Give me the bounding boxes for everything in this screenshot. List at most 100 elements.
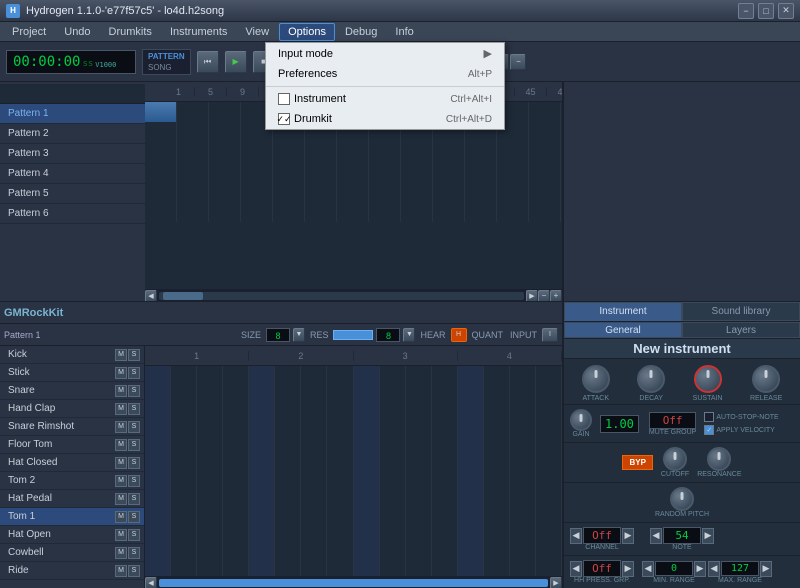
song-cell-5-1[interactable]: [145, 182, 177, 202]
beat-handclap-9[interactable]: [380, 420, 406, 438]
song-cell-4-12[interactable]: [497, 162, 529, 182]
beat-cowbell-10[interactable]: [406, 564, 432, 576]
beat-stick-15[interactable]: [536, 384, 562, 402]
song-cell-6-13[interactable]: [529, 202, 561, 222]
drum-instr-cowbell[interactable]: Cowbell MS: [0, 544, 144, 562]
song-cell-3-13[interactable]: [529, 142, 561, 162]
minimize-button[interactable]: −: [738, 3, 754, 19]
handclap-btn2[interactable]: S: [128, 403, 140, 415]
beat-floortom-15[interactable]: [536, 456, 562, 474]
beat-handclap-5[interactable]: [275, 420, 301, 438]
song-scroll-plus[interactable]: +: [550, 290, 562, 302]
beat-handclap-8[interactable]: [354, 420, 380, 438]
rp-sub-tab-general[interactable]: General: [564, 322, 682, 338]
song-cell-3-12[interactable]: [497, 142, 529, 162]
beat-stick-0[interactable]: [145, 384, 171, 402]
beat-tom2-2[interactable]: [197, 492, 223, 510]
beat-snare-13[interactable]: [484, 402, 510, 420]
song-cell-5-12[interactable]: [497, 182, 529, 202]
song-cell-4-9[interactable]: [401, 162, 433, 182]
pattern-row-1[interactable]: Pattern 1: [0, 104, 145, 124]
channel-inc[interactable]: ▶: [622, 528, 634, 544]
beat-hatopen-3[interactable]: [223, 546, 249, 564]
beat-kick-6[interactable]: [301, 366, 327, 384]
beat-tom2-5[interactable]: [275, 492, 301, 510]
beat-handclap-0[interactable]: [145, 420, 171, 438]
beat-hatpedal-15[interactable]: [536, 510, 562, 528]
song-cell-3-2[interactable]: [177, 142, 209, 162]
hatclosed-btn1[interactable]: M: [115, 457, 127, 469]
beat-handclap-12[interactable]: [458, 420, 484, 438]
beat-hatopen-15[interactable]: [536, 546, 562, 564]
beat-hatopen-11[interactable]: [432, 546, 458, 564]
beat-hatpedal-5[interactable]: [275, 510, 301, 528]
song-cell-3-9[interactable]: [401, 142, 433, 162]
song-cell-6-4[interactable]: [241, 202, 273, 222]
beat-handclap-6[interactable]: [301, 420, 327, 438]
beat-kick-2[interactable]: [197, 366, 223, 384]
beat-tom2-8[interactable]: [354, 492, 380, 510]
beat-cowbell-6[interactable]: [301, 564, 327, 576]
beat-floortom-11[interactable]: [432, 456, 458, 474]
beat-kick-0[interactable]: [145, 366, 171, 384]
gain-knob[interactable]: [570, 409, 592, 431]
beat-snare-10[interactable]: [406, 402, 432, 420]
beat-floortom-1[interactable]: [171, 456, 197, 474]
note-dec[interactable]: ◀: [650, 528, 662, 544]
drum-instr-tom1[interactable]: Tom 1 MS: [0, 508, 144, 526]
song-cell-6-11[interactable]: [465, 202, 497, 222]
beat-snarerimshot-2[interactable]: [197, 438, 223, 456]
beat-kick-1[interactable]: [171, 366, 197, 384]
beat-kick-13[interactable]: [484, 366, 510, 384]
beat-snare-4[interactable]: [249, 402, 275, 420]
drum-instr-hatopen[interactable]: Hat Open MS: [0, 526, 144, 544]
beat-tom2-11[interactable]: [432, 492, 458, 510]
beat-snarerimshot-15[interactable]: [536, 438, 562, 456]
beat-tom1-14[interactable]: [510, 528, 536, 546]
beat-hatpedal-2[interactable]: [197, 510, 223, 528]
beat-floortom-0[interactable]: [145, 456, 171, 474]
beat-hatpedal-4[interactable]: [249, 510, 275, 528]
drum-instr-floortom[interactable]: Floor Tom MS: [0, 436, 144, 454]
song-scroll-thumb[interactable]: [163, 292, 203, 300]
beat-hatpedal-8[interactable]: [354, 510, 380, 528]
song-cell-5-2[interactable]: [177, 182, 209, 202]
beat-handclap-7[interactable]: [327, 420, 353, 438]
beat-snarerimshot-0[interactable]: [145, 438, 171, 456]
beat-tom2-12[interactable]: [458, 492, 484, 510]
song-cell-4-13[interactable]: [529, 162, 561, 182]
song-cell-5-9[interactable]: [401, 182, 433, 202]
beat-hatopen-13[interactable]: [484, 546, 510, 564]
drum-instr-ride[interactable]: Ride MS: [0, 562, 144, 580]
song-grid-scrollbar[interactable]: ◀ ▶ − +: [145, 289, 562, 301]
beat-handclap-13[interactable]: [484, 420, 510, 438]
beat-tom1-15[interactable]: [536, 528, 562, 546]
drum-instr-hatpedal[interactable]: Hat Pedal MS: [0, 490, 144, 508]
beat-hatclosed-5[interactable]: [275, 474, 301, 492]
channel-dec[interactable]: ◀: [570, 528, 582, 544]
release-knob[interactable]: [752, 365, 780, 393]
beat-snarerimshot-1[interactable]: [171, 438, 197, 456]
beat-snare-6[interactable]: [301, 402, 327, 420]
song-cell-2-13[interactable]: [529, 122, 561, 142]
input-btn[interactable]: I: [542, 328, 558, 342]
beat-cowbell-5[interactable]: [275, 564, 301, 576]
menu-item-instruments[interactable]: Instruments: [162, 24, 235, 40]
beat-handclap-2[interactable]: [197, 420, 223, 438]
beat-cowbell-15[interactable]: [536, 564, 562, 576]
beat-snarerimshot-9[interactable]: [380, 438, 406, 456]
beat-tom1-2[interactable]: [197, 528, 223, 546]
beat-tom2-1[interactable]: [171, 492, 197, 510]
beat-snarerimshot-8[interactable]: [354, 438, 380, 456]
beat-tom2-7[interactable]: [327, 492, 353, 510]
hatclosed-btn2[interactable]: S: [128, 457, 140, 469]
handclap-btn1[interactable]: M: [115, 403, 127, 415]
beat-tom1-5[interactable]: [275, 528, 301, 546]
song-cell-6-10[interactable]: [433, 202, 465, 222]
song-cell-4-2[interactable]: [177, 162, 209, 182]
beat-cowbell-2[interactable]: [197, 564, 223, 576]
auto-stop-checkbox[interactable]: [704, 412, 714, 422]
beat-tom1-1[interactable]: [171, 528, 197, 546]
beat-snarerimshot-3[interactable]: [223, 438, 249, 456]
song-cell-5-13[interactable]: [529, 182, 561, 202]
